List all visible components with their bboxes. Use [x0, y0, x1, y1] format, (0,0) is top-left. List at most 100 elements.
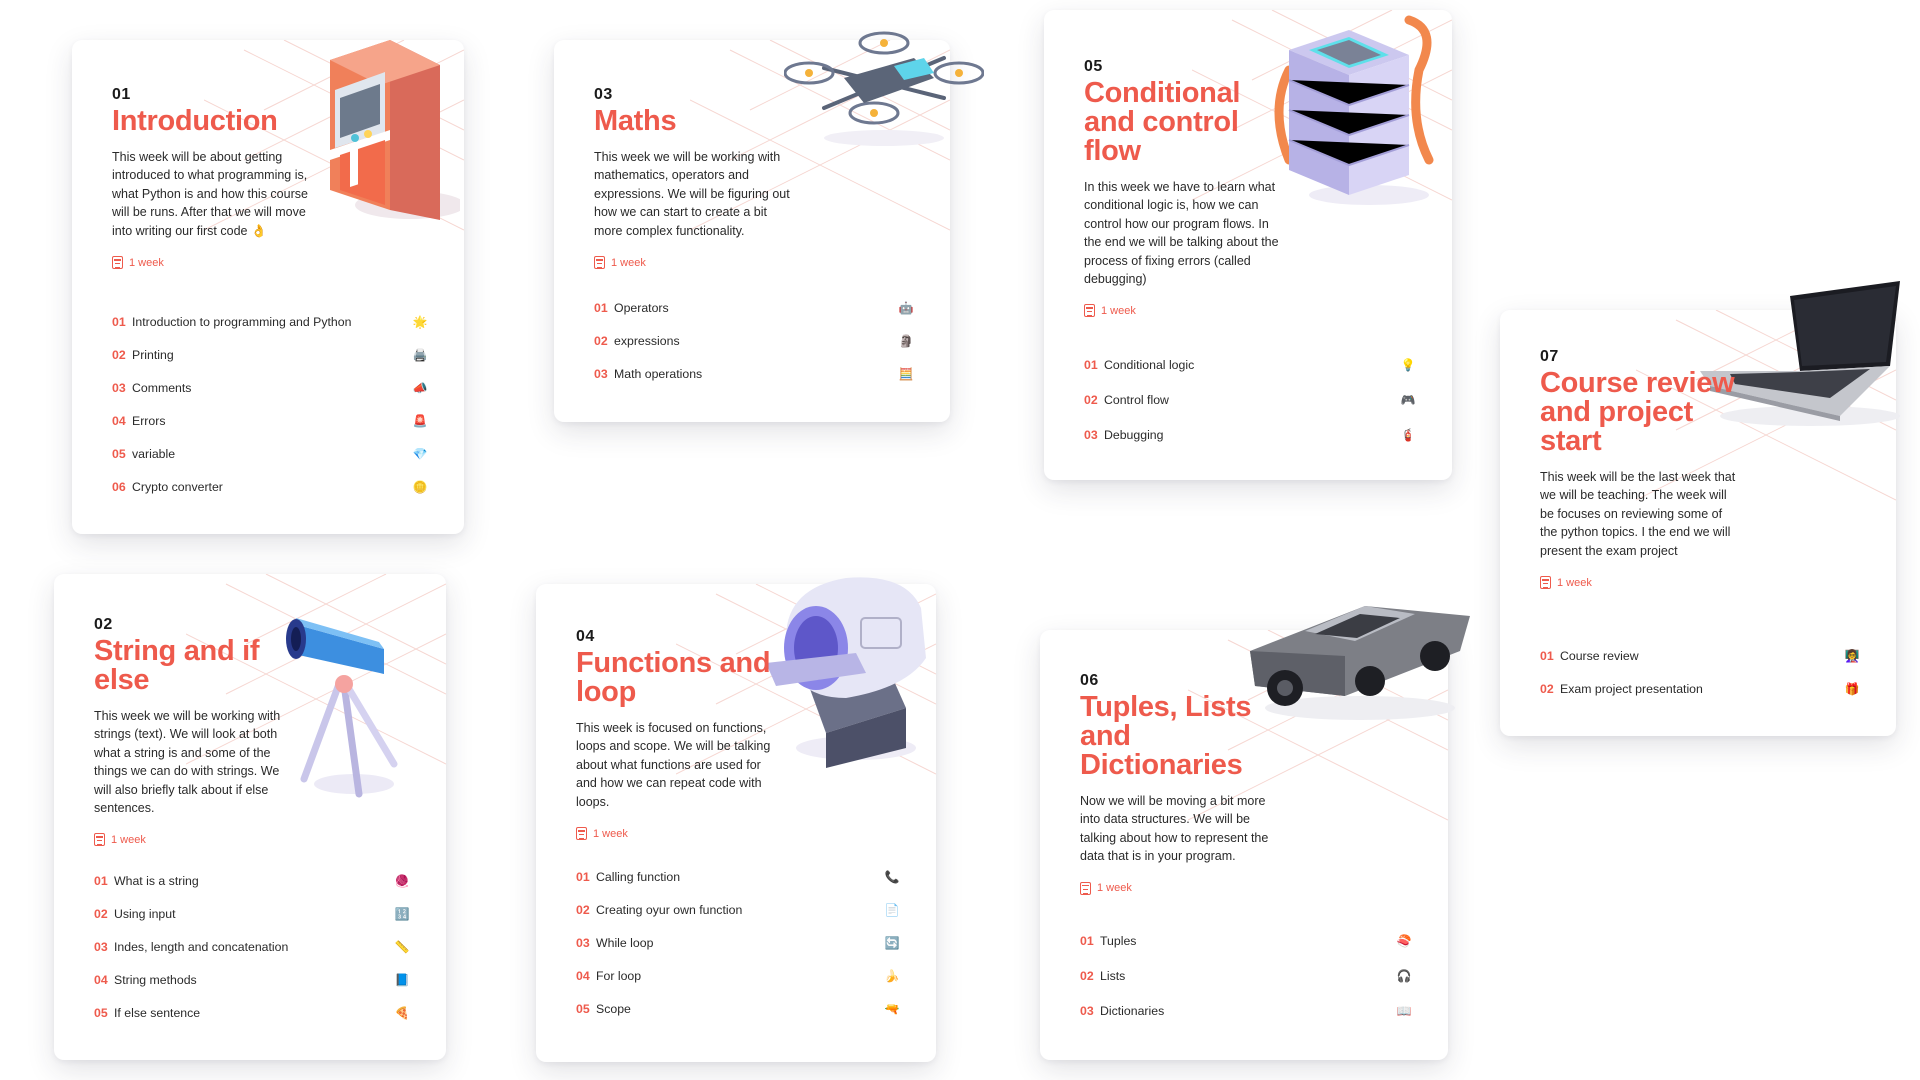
lesson-item[interactable]: 03 Dictionaries 📖	[1080, 993, 1412, 1028]
module-card-03[interactable]: 03 Maths This week we will be working wi…	[554, 31, 985, 422]
calendar-icon	[1540, 576, 1551, 590]
headphones-icon: 🎧	[1396, 968, 1412, 983]
module-number: 06	[1080, 672, 1099, 689]
lesson-title: Indes, length and concatenation	[114, 939, 289, 954]
duration-badge: 1 week	[94, 833, 294, 847]
lesson-number: 01	[94, 873, 108, 888]
lesson-item[interactable]: 05 If else sentence 🍕	[94, 996, 410, 1029]
module-description: In this week we have to learn what condi…	[1084, 180, 1279, 287]
lesson-title: variable	[132, 446, 176, 461]
lesson-title: Exam project presentation	[1560, 681, 1703, 696]
lesson-title: Lists	[1100, 968, 1126, 983]
lesson-item[interactable]: 03 Indes, length and concatenation 📏	[94, 930, 410, 963]
module-title: String and if else	[94, 635, 260, 696]
duration-label: 1 week	[611, 256, 646, 269]
lesson-item[interactable]: 02 Printing 🖨️	[112, 338, 428, 371]
statue-icon: 🗿	[898, 333, 914, 348]
lesson-number: 01	[112, 314, 126, 329]
module-description: This week will be the last week that we …	[1540, 470, 1736, 558]
lesson-number: 03	[594, 366, 608, 381]
lesson-number: 02	[594, 333, 608, 348]
module-card-05[interactable]: 05 Conditional and control flow In this …	[1044, 10, 1452, 480]
module-title: Functions and loop	[576, 647, 771, 708]
lesson-number: 04	[112, 413, 126, 428]
lesson-number: 01	[1540, 648, 1554, 663]
calendar-icon	[1084, 304, 1095, 318]
yarn-icon: 🧶	[394, 873, 410, 888]
lesson-title: Creating oyur own function	[596, 902, 743, 917]
lesson-item[interactable]: 05 variable 💎	[112, 437, 428, 470]
lesson-item[interactable]: 01 Tuples 🍣	[1080, 923, 1412, 958]
lesson-item[interactable]: 02 expressions 🗿	[594, 324, 914, 357]
lesson-item[interactable]: 02 Exam project presentation 🎁	[1540, 672, 1860, 705]
lesson-item[interactable]: 02 Using input 🔢	[94, 897, 410, 930]
module-number: 02	[94, 616, 113, 633]
calendar-icon	[94, 833, 105, 847]
module-number: 04	[576, 628, 595, 645]
module-card-02[interactable]: 02 String and if else This week we will …	[54, 574, 446, 1060]
lesson-item[interactable]: 01 Course review 👩‍🏫	[1540, 639, 1860, 672]
lesson-title: Printing	[132, 347, 174, 362]
lesson-title: While loop	[596, 935, 654, 950]
duration-badge: 1 week	[1540, 576, 1740, 590]
duration-label: 1 week	[1557, 576, 1592, 589]
ruler-icon: 📏	[394, 939, 410, 954]
lesson-item[interactable]: 02 Lists 🎧	[1080, 958, 1412, 993]
duration-badge: 1 week	[1084, 304, 1284, 318]
lesson-list: 01 Operators 🤖 02 expressions 🗿 03 Math opera…	[594, 291, 914, 390]
lesson-item[interactable]: 01 Operators 🤖	[594, 291, 914, 324]
lesson-item[interactable]: 04 For loop 🍌	[576, 959, 900, 992]
module-number: 01	[112, 86, 131, 103]
lesson-item[interactable]: 03 Math operations 🧮	[594, 357, 914, 390]
server-stack-illustration	[1269, 10, 1449, 215]
lesson-item[interactable]: 01 Introduction to programming and Python…	[112, 305, 428, 338]
lesson-number: 05	[94, 1005, 108, 1020]
lesson-item[interactable]: 06 Crypto converter 🪙	[112, 470, 428, 503]
gift-icon: 🎁	[1844, 681, 1860, 696]
lesson-item[interactable]: 02 Creating oyur own function 📄	[576, 893, 900, 926]
lesson-item[interactable]: 04 Errors 🚨	[112, 404, 428, 437]
siren-icon: 🚨	[412, 413, 428, 428]
lesson-title: Crypto converter	[132, 479, 223, 494]
lesson-number: 03	[1084, 427, 1098, 442]
lesson-number: 02	[112, 347, 126, 362]
document-icon: 📄	[884, 902, 900, 917]
calendar-icon	[1080, 881, 1091, 895]
lesson-number: 06	[112, 479, 126, 494]
module-title: Introduction	[112, 105, 278, 137]
lesson-title: What is a string	[114, 873, 199, 888]
lesson-item[interactable]: 03 Comments 📣	[112, 371, 428, 404]
module-title: Tuples, Lists and Dictionaries	[1080, 691, 1252, 781]
lesson-number: 03	[94, 939, 108, 954]
drone-illustration	[783, 18, 985, 153]
module-description: This week is focused on functions, loops…	[576, 721, 771, 809]
duration-badge: 1 week	[594, 256, 790, 270]
lesson-item[interactable]: 01 Calling function 📞	[576, 860, 900, 893]
phone-icon: 📞	[884, 869, 900, 884]
lesson-item[interactable]: 03 While loop 🔄	[576, 926, 900, 959]
lesson-item[interactable]: 01 What is a string 🧶	[94, 864, 410, 897]
duration-label: 1 week	[1101, 304, 1136, 317]
module-description: This week we will be working with string…	[94, 709, 281, 816]
lesson-number: 03	[112, 380, 126, 395]
lesson-title: Scope	[596, 1001, 631, 1016]
lesson-number: 02	[1540, 681, 1554, 696]
lesson-title: Calling function	[596, 869, 681, 884]
open-book-icon: 📖	[1396, 1003, 1412, 1018]
module-card-06[interactable]: 06 Tuples, Lists and Dictionaries Now we…	[1040, 606, 1470, 1060]
module-card-04[interactable]: 04 Functions and loop This week is focus…	[536, 577, 936, 1062]
lesson-item[interactable]: 04 String methods 📘	[94, 963, 410, 996]
lesson-title: Debugging	[1104, 427, 1164, 442]
lesson-title: Math operations	[614, 366, 703, 381]
lesson-number: 01	[1084, 357, 1098, 372]
lesson-item[interactable]: 01 Conditional logic 💡	[1084, 347, 1416, 382]
lesson-number: 01	[594, 300, 608, 315]
module-card-07[interactable]: 07 Course review and project start This …	[1500, 281, 1900, 736]
duration-label: 1 week	[129, 256, 164, 269]
lesson-item[interactable]: 03 Debugging 🧯	[1084, 417, 1416, 452]
module-card-01[interactable]: 01 Introduction This week will be about …	[72, 40, 465, 534]
gem-icon: 💎	[412, 446, 428, 461]
lesson-title: Operators	[614, 300, 669, 315]
lesson-item[interactable]: 02 Control flow 🎮	[1084, 382, 1416, 417]
lesson-item[interactable]: 05 Scope 🔫	[576, 992, 900, 1025]
